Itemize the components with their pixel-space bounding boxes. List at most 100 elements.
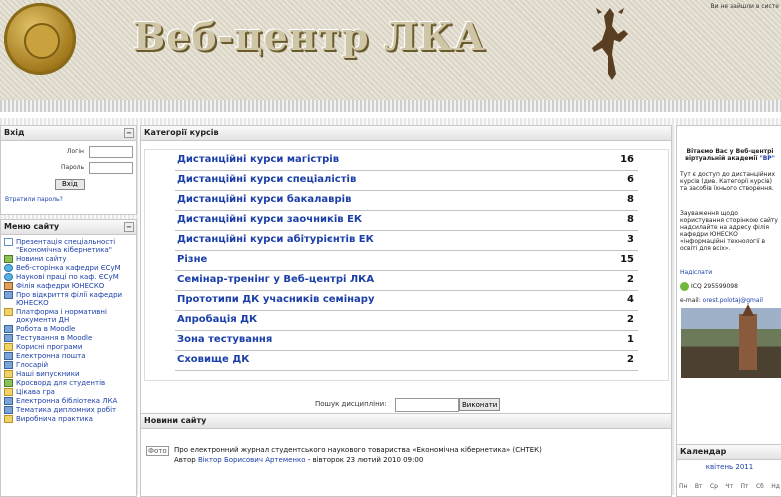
menu-item-label: Виробнича практика bbox=[16, 415, 93, 423]
news-author: Автор Віктор Борисович Артеменко - вівто… bbox=[174, 456, 423, 464]
web-icon bbox=[4, 264, 13, 272]
menu-item-label: Веб-сторінка кафедри ЄСуМ bbox=[16, 264, 121, 272]
category-course-count: 2 bbox=[627, 314, 634, 325]
menu-item[interactable]: Глосарій bbox=[1, 361, 136, 370]
category-link[interactable]: Дистанційні курси бакалаврів bbox=[177, 194, 351, 205]
menu-item[interactable]: Веб-сторінка кафедри ЄСуМ bbox=[1, 264, 136, 273]
login-status: Ви не зайшли в систе bbox=[710, 3, 779, 10]
menu-item-label: Електронна бібліотека ЛКА bbox=[16, 397, 118, 405]
menu-item[interactable]: Робота в Moodle bbox=[1, 325, 136, 334]
course-search: Пошук дисципліни: Виконати bbox=[141, 397, 671, 413]
welcome-line-1: Вітаємо Вас у Веб-центрі bbox=[686, 148, 774, 155]
password-label: Пароль bbox=[61, 164, 85, 171]
academy-seal-icon[interactable] bbox=[4, 3, 76, 75]
menu-item[interactable]: Про відкриття філії кафедри ЮНЕСКО bbox=[1, 291, 136, 308]
access-info-text: Тут є доступ до дистанційних курсів (див… bbox=[680, 171, 776, 192]
news-title: Новини сайту bbox=[144, 416, 207, 425]
category-link[interactable]: Прототипи ДК учасників семінару bbox=[177, 294, 374, 305]
author-prefix: Автор bbox=[174, 456, 196, 464]
menu-item[interactable]: Корисні програми bbox=[1, 343, 136, 352]
calendar-weekdays: Пн Вт Ср Чт Пт Сб Нд bbox=[679, 483, 780, 490]
category-link[interactable]: Семінар-тренінг у Веб-центрі ЛКА bbox=[177, 274, 374, 285]
menu-item[interactable]: Цікава гра bbox=[1, 388, 136, 397]
folder-icon bbox=[4, 388, 13, 396]
weekday-label: Ср bbox=[709, 483, 718, 490]
book-icon bbox=[4, 325, 13, 333]
category-course-count: 2 bbox=[627, 354, 634, 365]
folder-icon bbox=[4, 370, 13, 378]
menu-item[interactable]: Електронна пошта bbox=[1, 352, 136, 361]
login-title: Вхід bbox=[4, 128, 25, 137]
category-link[interactable]: Дистанційні курси спеціалістів bbox=[177, 174, 356, 185]
document-icon bbox=[4, 238, 13, 246]
categories-header: Категорії курсів bbox=[141, 126, 671, 141]
menu-item-label: Тематика дипломних робіт bbox=[16, 406, 117, 414]
welcome-link[interactable]: "ВР" bbox=[760, 155, 775, 162]
course-search-input[interactable] bbox=[395, 398, 459, 412]
menu-item[interactable]: Філія кафедри ЮНЕСКО bbox=[1, 282, 136, 291]
menu-item-label: Наукові праці по каф. ЄСуМ bbox=[16, 273, 119, 281]
book-icon bbox=[4, 334, 13, 342]
weekday-label: Нд bbox=[771, 483, 780, 490]
collapse-icon[interactable]: − bbox=[124, 128, 134, 138]
calendar-month[interactable]: квітень 2011 bbox=[677, 463, 781, 471]
password-input[interactable] bbox=[89, 162, 133, 174]
category-row: Прототипи ДК учасників семінару 4 bbox=[175, 293, 638, 311]
menu-item-label: Про відкриття філії кафедри ЮНЕСКО bbox=[16, 291, 123, 307]
book-icon bbox=[4, 406, 13, 414]
login-block: Вхід − Логін Пароль Вхід Втратили пароль… bbox=[0, 125, 137, 215]
menu-item[interactable]: Електронна бібліотека ЛКА bbox=[1, 397, 136, 406]
contact-link[interactable]: Надіслати bbox=[680, 269, 780, 276]
category-link[interactable]: Сховище ДК bbox=[177, 354, 249, 365]
welcome-line-2: віртуальній академії bbox=[685, 155, 758, 162]
news-date: - вівторок 23 лютий 2010 09:00 bbox=[307, 456, 424, 464]
calendar-header: Календар bbox=[677, 445, 781, 460]
collapse-icon[interactable]: − bbox=[124, 222, 134, 232]
category-course-count: 2 bbox=[627, 274, 634, 285]
menu-item[interactable]: Платформа і нормативні документи ДН bbox=[1, 308, 136, 325]
course-categories-block: Категорії курсів Дистанційні курси магіс… bbox=[140, 125, 672, 427]
menu-item-label: Робота в Moodle bbox=[16, 325, 76, 333]
category-row: Дистанційні курси абітурієнтів ЕК 3 bbox=[175, 233, 638, 251]
category-course-count: 6 bbox=[627, 174, 634, 185]
author-link[interactable]: Віктор Борисович Артеменко bbox=[198, 456, 306, 464]
category-row: Дистанційні курси заочників ЕК 8 bbox=[175, 213, 638, 231]
category-row: Апробація ДК 2 bbox=[175, 313, 638, 331]
category-link[interactable]: Дистанційні курси абітурієнтів ЕК bbox=[177, 234, 374, 245]
email-link[interactable]: orest.polotaj@gmail bbox=[703, 297, 763, 304]
news-headline[interactable]: Про електронний журнал студентського нау… bbox=[174, 446, 542, 454]
category-link[interactable]: Зона тестування bbox=[177, 334, 272, 345]
category-course-count: 3 bbox=[627, 234, 634, 245]
menu-item[interactable]: Виробнича практика bbox=[1, 415, 136, 424]
category-row: Дистанційні курси спеціалістів 6 bbox=[175, 173, 638, 191]
news-photo-tag: Фото bbox=[146, 446, 169, 456]
menu-item[interactable]: Наукові праці по каф. ЄСуМ bbox=[1, 273, 136, 282]
menu-item[interactable]: Новини сайту bbox=[1, 255, 136, 264]
login-input[interactable] bbox=[89, 146, 133, 158]
search-button[interactable]: Виконати bbox=[459, 398, 501, 411]
category-row: Зона тестування 1 bbox=[175, 333, 638, 351]
menu-item-label: Наші випускники bbox=[16, 370, 80, 378]
menu-item-label: Філія кафедри ЮНЕСКО bbox=[16, 282, 105, 290]
category-link[interactable]: Апробація ДК bbox=[177, 314, 257, 325]
menu-item[interactable]: Тестування в Moodle bbox=[1, 334, 136, 343]
menu-item[interactable]: Кросворд для студентів bbox=[1, 379, 136, 388]
category-course-count: 8 bbox=[627, 194, 634, 205]
icq-number: ICQ 295599098 bbox=[691, 283, 738, 290]
category-course-count: 4 bbox=[627, 294, 634, 305]
news-header: Новини сайту bbox=[141, 414, 671, 429]
menu-item[interactable]: Тематика дипломних робіт bbox=[1, 406, 136, 415]
category-link[interactable]: Різне bbox=[177, 254, 207, 265]
book-icon bbox=[4, 397, 13, 405]
weekday-label: Чт bbox=[725, 483, 734, 490]
category-link[interactable]: Дистанційні курси заочників ЕК bbox=[177, 214, 362, 225]
welcome-block: Вітаємо Вас у Веб-центрі віртуальній ака… bbox=[676, 125, 781, 445]
category-course-count: 15 bbox=[620, 254, 634, 265]
menu-item-label: Платформа і нормативні документи ДН bbox=[16, 308, 107, 324]
menu-item[interactable]: Наші випускники bbox=[1, 370, 136, 379]
category-link[interactable]: Дистанційні курси магістрів bbox=[177, 154, 339, 165]
login-button[interactable]: Вхід bbox=[55, 179, 85, 190]
forgot-password-link[interactable]: Втратили пароль? bbox=[5, 196, 63, 203]
menu-item[interactable]: Презентація спеціальності "Економічна кі… bbox=[1, 238, 136, 255]
categories-title: Категорії курсів bbox=[144, 128, 219, 137]
